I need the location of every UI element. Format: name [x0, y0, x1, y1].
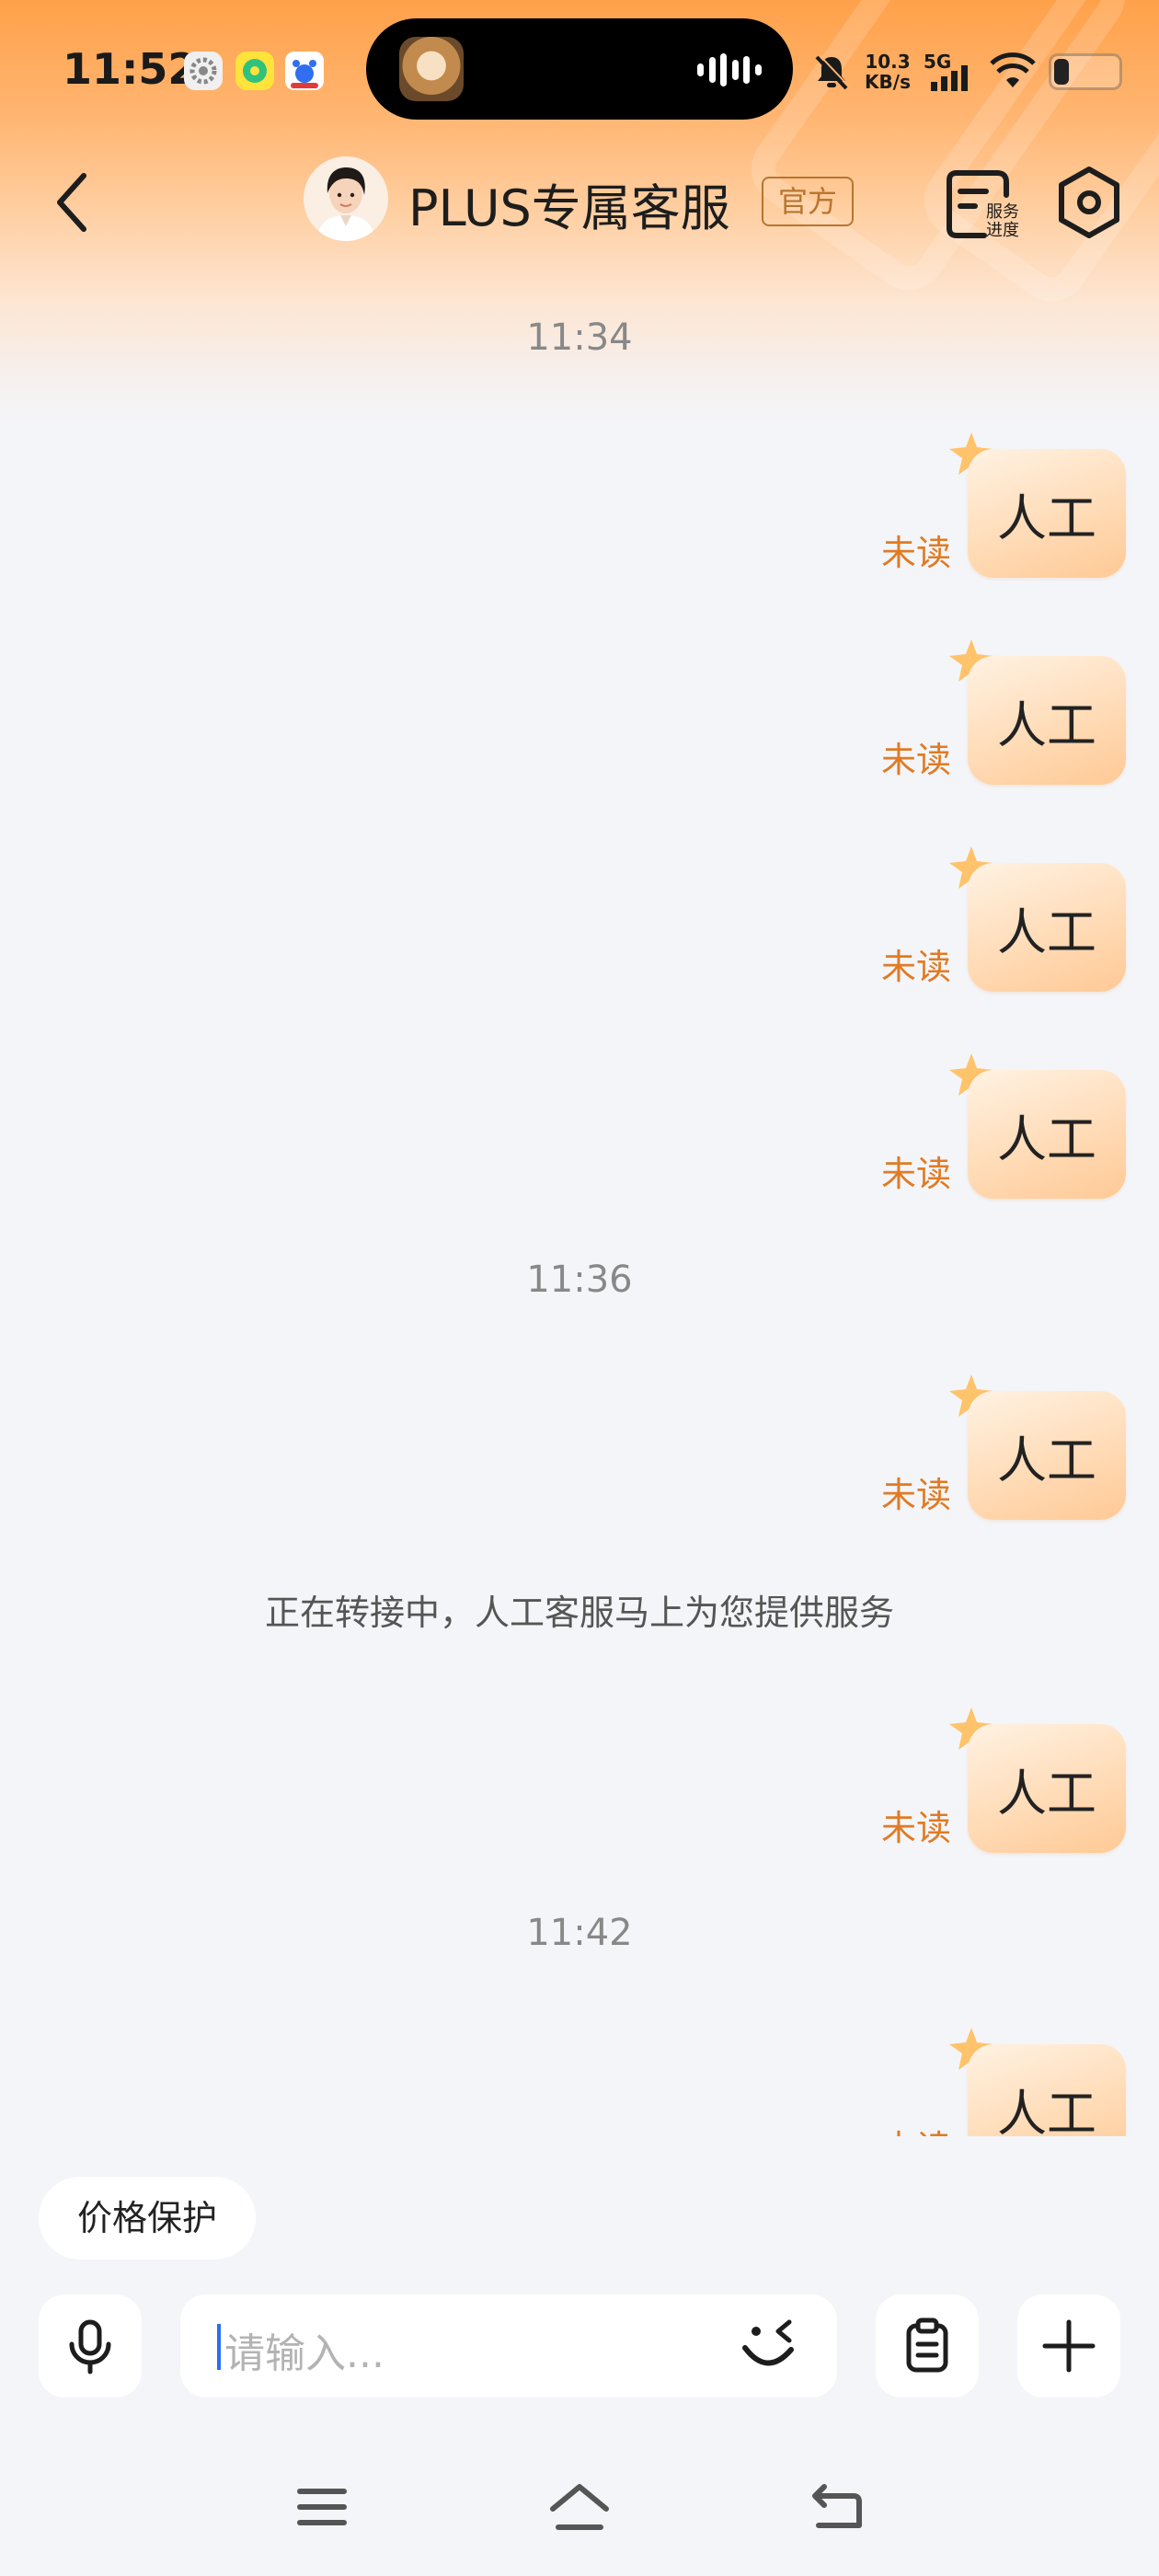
microphone-icon: [69, 2319, 111, 2375]
unread-label: 未读: [880, 533, 951, 573]
message-bubble[interactable]: 人工: [968, 449, 1126, 578]
menu-icon: [297, 2489, 347, 2525]
home-nav-button[interactable]: [538, 2466, 621, 2548]
message-bubble[interactable]: 人工: [968, 1070, 1126, 1199]
message-input-placeholder: 请输入...: [224, 2330, 384, 2377]
system-transfer-notice: 正在转接中，人工客服马上为您提供服务: [264, 1593, 894, 1633]
unread-label: 未读: [880, 740, 951, 780]
text-caret: [217, 2324, 221, 2370]
unread-label: 未读: [880, 1475, 951, 1515]
chat-list[interactable]: 11:34 人工 未读 人工 未读 人工 未读 人工 未读 11:36 人工 未…: [0, 0, 1159, 2136]
message-row: 人工 未读: [758, 1708, 1126, 1853]
unread-label: 未读: [880, 1154, 951, 1194]
message-bubble[interactable]: 人工: [968, 1391, 1126, 1520]
message-row: 人工 未读: [758, 2028, 1126, 2136]
menu-nav-button[interactable]: [281, 2466, 363, 2548]
unread-label: 未读: [880, 947, 951, 987]
unread-label: 未读: [880, 1808, 951, 1848]
home-icon: [550, 2484, 609, 2530]
unread-label: 未读: [881, 2120, 951, 2136]
message-bubble[interactable]: 人工: [968, 656, 1126, 785]
message-bubble[interactable]: 人工: [968, 863, 1126, 992]
message-row: 人工 未读: [758, 846, 1126, 992]
back-nav-button[interactable]: [796, 2466, 878, 2548]
message-timestamp: 11:34: [526, 316, 633, 359]
more-button[interactable]: [1017, 2294, 1120, 2398]
message-timestamp: 11:42: [526, 1912, 633, 1954]
message-row: 人工 未读: [758, 1053, 1126, 1199]
return-icon: [812, 2484, 862, 2528]
emoji-icon[interactable]: [736, 2313, 802, 2379]
plus-icon: [1042, 2319, 1096, 2373]
composer-bar: 请输入...: [0, 2294, 1159, 2405]
voice-button[interactable]: [39, 2294, 142, 2398]
message-bubble[interactable]: 人工: [968, 2044, 1126, 2136]
quick-reply-chip[interactable]: 价格保护: [39, 2177, 257, 2260]
clipboard-icon: [906, 2317, 948, 2373]
message-timestamp: 11:36: [526, 1259, 633, 1301]
message-row: 人工 未读: [758, 432, 1126, 578]
message-row: 人工 未读: [758, 639, 1126, 785]
message-bubble[interactable]: 人工: [968, 1724, 1126, 1853]
clipboard-button[interactable]: [876, 2294, 979, 2398]
system-navigation-bar: [0, 2466, 1159, 2548]
message-row: 人工 未读: [758, 1374, 1126, 1520]
message-input[interactable]: 请输入...: [180, 2294, 837, 2398]
